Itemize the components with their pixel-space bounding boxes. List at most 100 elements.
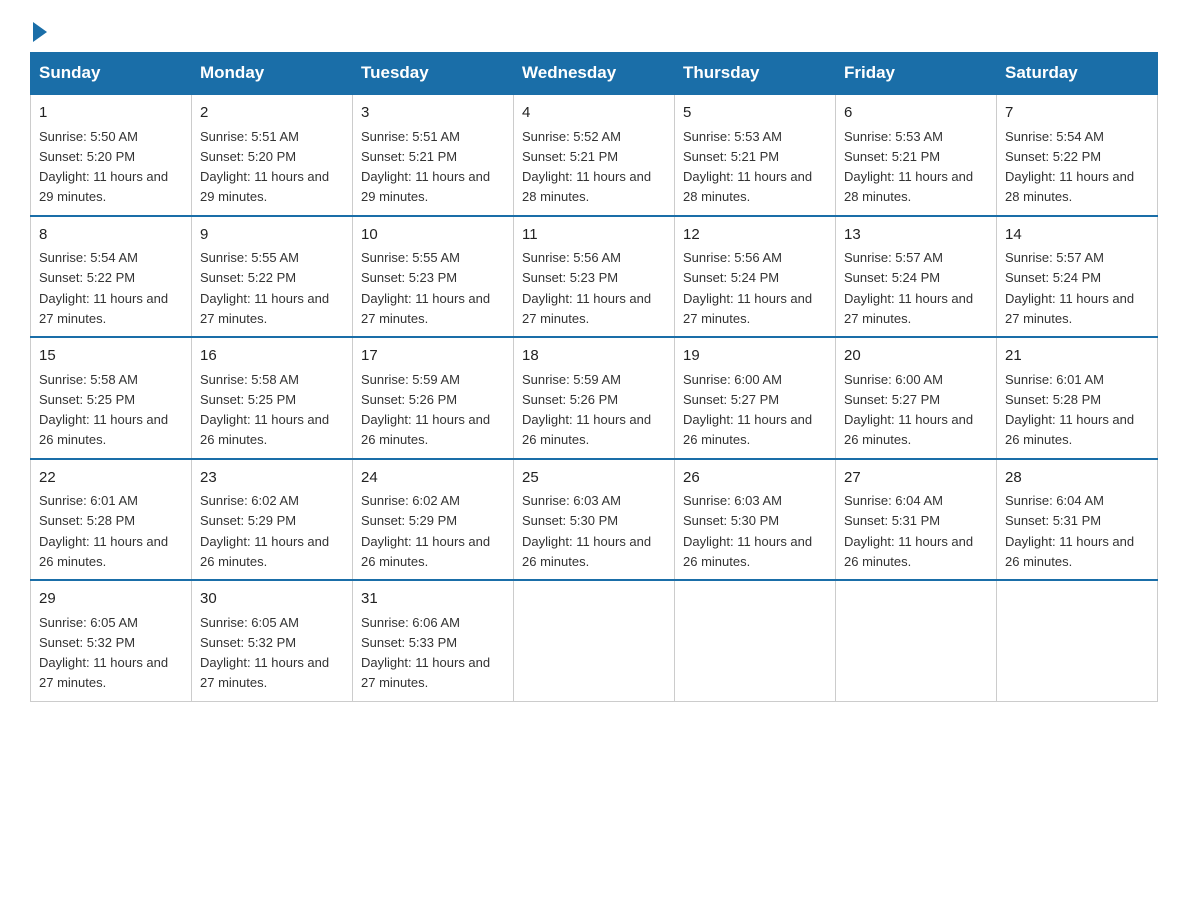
day-info: Sunrise: 6:04 AMSunset: 5:31 PMDaylight:… — [1005, 493, 1134, 569]
calendar-day-cell: 18 Sunrise: 5:59 AMSunset: 5:26 PMDaylig… — [514, 337, 675, 459]
day-number: 4 — [522, 102, 666, 125]
calendar-day-cell: 12 Sunrise: 5:56 AMSunset: 5:24 PMDaylig… — [675, 216, 836, 338]
calendar-day-cell — [514, 580, 675, 701]
day-info: Sunrise: 5:52 AMSunset: 5:21 PMDaylight:… — [522, 129, 651, 205]
day-info: Sunrise: 5:56 AMSunset: 5:24 PMDaylight:… — [683, 250, 812, 326]
day-number: 9 — [200, 224, 344, 247]
calendar-day-cell: 6 Sunrise: 5:53 AMSunset: 5:21 PMDayligh… — [836, 94, 997, 216]
day-number: 28 — [1005, 467, 1149, 490]
day-info: Sunrise: 5:58 AMSunset: 5:25 PMDaylight:… — [39, 372, 168, 448]
page-header — [30, 20, 1158, 42]
calendar-week-row: 15 Sunrise: 5:58 AMSunset: 5:25 PMDaylig… — [31, 337, 1158, 459]
day-info: Sunrise: 5:50 AMSunset: 5:20 PMDaylight:… — [39, 129, 168, 205]
calendar-header-monday: Monday — [192, 53, 353, 95]
calendar-day-cell: 24 Sunrise: 6:02 AMSunset: 5:29 PMDaylig… — [353, 459, 514, 581]
logo — [30, 20, 51, 42]
day-number: 7 — [1005, 102, 1149, 125]
calendar-day-cell: 4 Sunrise: 5:52 AMSunset: 5:21 PMDayligh… — [514, 94, 675, 216]
calendar-day-cell: 16 Sunrise: 5:58 AMSunset: 5:25 PMDaylig… — [192, 337, 353, 459]
day-number: 5 — [683, 102, 827, 125]
calendar-day-cell: 20 Sunrise: 6:00 AMSunset: 5:27 PMDaylig… — [836, 337, 997, 459]
calendar-day-cell: 22 Sunrise: 6:01 AMSunset: 5:28 PMDaylig… — [31, 459, 192, 581]
calendar-day-cell: 27 Sunrise: 6:04 AMSunset: 5:31 PMDaylig… — [836, 459, 997, 581]
calendar-day-cell: 31 Sunrise: 6:06 AMSunset: 5:33 PMDaylig… — [353, 580, 514, 701]
calendar-day-cell: 28 Sunrise: 6:04 AMSunset: 5:31 PMDaylig… — [997, 459, 1158, 581]
day-info: Sunrise: 6:01 AMSunset: 5:28 PMDaylight:… — [1005, 372, 1134, 448]
calendar-day-cell: 14 Sunrise: 5:57 AMSunset: 5:24 PMDaylig… — [997, 216, 1158, 338]
day-number: 3 — [361, 102, 505, 125]
day-info: Sunrise: 5:59 AMSunset: 5:26 PMDaylight:… — [522, 372, 651, 448]
calendar-day-cell: 15 Sunrise: 5:58 AMSunset: 5:25 PMDaylig… — [31, 337, 192, 459]
calendar-header-wednesday: Wednesday — [514, 53, 675, 95]
calendar-day-cell: 29 Sunrise: 6:05 AMSunset: 5:32 PMDaylig… — [31, 580, 192, 701]
day-number: 21 — [1005, 345, 1149, 368]
calendar-week-row: 29 Sunrise: 6:05 AMSunset: 5:32 PMDaylig… — [31, 580, 1158, 701]
day-info: Sunrise: 6:00 AMSunset: 5:27 PMDaylight:… — [844, 372, 973, 448]
day-info: Sunrise: 5:56 AMSunset: 5:23 PMDaylight:… — [522, 250, 651, 326]
day-number: 15 — [39, 345, 183, 368]
day-number: 12 — [683, 224, 827, 247]
calendar-header-thursday: Thursday — [675, 53, 836, 95]
calendar-table: SundayMondayTuesdayWednesdayThursdayFrid… — [30, 52, 1158, 702]
day-number: 24 — [361, 467, 505, 490]
day-info: Sunrise: 6:01 AMSunset: 5:28 PMDaylight:… — [39, 493, 168, 569]
day-number: 30 — [200, 588, 344, 611]
calendar-week-row: 8 Sunrise: 5:54 AMSunset: 5:22 PMDayligh… — [31, 216, 1158, 338]
calendar-day-cell: 13 Sunrise: 5:57 AMSunset: 5:24 PMDaylig… — [836, 216, 997, 338]
day-info: Sunrise: 5:53 AMSunset: 5:21 PMDaylight:… — [844, 129, 973, 205]
calendar-header-tuesday: Tuesday — [353, 53, 514, 95]
day-info: Sunrise: 6:05 AMSunset: 5:32 PMDaylight:… — [200, 615, 329, 691]
calendar-day-cell: 9 Sunrise: 5:55 AMSunset: 5:22 PMDayligh… — [192, 216, 353, 338]
day-info: Sunrise: 6:05 AMSunset: 5:32 PMDaylight:… — [39, 615, 168, 691]
calendar-day-cell: 25 Sunrise: 6:03 AMSunset: 5:30 PMDaylig… — [514, 459, 675, 581]
day-number: 10 — [361, 224, 505, 247]
calendar-day-cell: 10 Sunrise: 5:55 AMSunset: 5:23 PMDaylig… — [353, 216, 514, 338]
day-info: Sunrise: 6:03 AMSunset: 5:30 PMDaylight:… — [683, 493, 812, 569]
day-number: 1 — [39, 102, 183, 125]
calendar-day-cell: 17 Sunrise: 5:59 AMSunset: 5:26 PMDaylig… — [353, 337, 514, 459]
day-number: 17 — [361, 345, 505, 368]
day-number: 22 — [39, 467, 183, 490]
day-info: Sunrise: 5:54 AMSunset: 5:22 PMDaylight:… — [39, 250, 168, 326]
day-number: 6 — [844, 102, 988, 125]
day-number: 13 — [844, 224, 988, 247]
day-number: 8 — [39, 224, 183, 247]
day-number: 18 — [522, 345, 666, 368]
day-info: Sunrise: 5:57 AMSunset: 5:24 PMDaylight:… — [844, 250, 973, 326]
day-number: 14 — [1005, 224, 1149, 247]
day-info: Sunrise: 5:55 AMSunset: 5:22 PMDaylight:… — [200, 250, 329, 326]
day-info: Sunrise: 6:03 AMSunset: 5:30 PMDaylight:… — [522, 493, 651, 569]
day-number: 26 — [683, 467, 827, 490]
calendar-header-row: SundayMondayTuesdayWednesdayThursdayFrid… — [31, 53, 1158, 95]
calendar-day-cell: 7 Sunrise: 5:54 AMSunset: 5:22 PMDayligh… — [997, 94, 1158, 216]
day-info: Sunrise: 6:00 AMSunset: 5:27 PMDaylight:… — [683, 372, 812, 448]
day-number: 2 — [200, 102, 344, 125]
day-info: Sunrise: 5:59 AMSunset: 5:26 PMDaylight:… — [361, 372, 490, 448]
calendar-week-row: 22 Sunrise: 6:01 AMSunset: 5:28 PMDaylig… — [31, 459, 1158, 581]
calendar-day-cell: 5 Sunrise: 5:53 AMSunset: 5:21 PMDayligh… — [675, 94, 836, 216]
calendar-day-cell — [675, 580, 836, 701]
calendar-day-cell: 8 Sunrise: 5:54 AMSunset: 5:22 PMDayligh… — [31, 216, 192, 338]
calendar-header-saturday: Saturday — [997, 53, 1158, 95]
calendar-day-cell: 21 Sunrise: 6:01 AMSunset: 5:28 PMDaylig… — [997, 337, 1158, 459]
day-number: 16 — [200, 345, 344, 368]
day-info: Sunrise: 5:55 AMSunset: 5:23 PMDaylight:… — [361, 250, 490, 326]
day-info: Sunrise: 6:02 AMSunset: 5:29 PMDaylight:… — [200, 493, 329, 569]
calendar-day-cell: 23 Sunrise: 6:02 AMSunset: 5:29 PMDaylig… — [192, 459, 353, 581]
day-info: Sunrise: 6:02 AMSunset: 5:29 PMDaylight:… — [361, 493, 490, 569]
day-number: 29 — [39, 588, 183, 611]
day-number: 27 — [844, 467, 988, 490]
day-number: 20 — [844, 345, 988, 368]
day-info: Sunrise: 5:53 AMSunset: 5:21 PMDaylight:… — [683, 129, 812, 205]
day-info: Sunrise: 5:51 AMSunset: 5:20 PMDaylight:… — [200, 129, 329, 205]
day-number: 11 — [522, 224, 666, 247]
calendar-day-cell: 26 Sunrise: 6:03 AMSunset: 5:30 PMDaylig… — [675, 459, 836, 581]
calendar-header-friday: Friday — [836, 53, 997, 95]
calendar-day-cell — [836, 580, 997, 701]
day-number: 19 — [683, 345, 827, 368]
calendar-day-cell: 30 Sunrise: 6:05 AMSunset: 5:32 PMDaylig… — [192, 580, 353, 701]
day-info: Sunrise: 5:58 AMSunset: 5:25 PMDaylight:… — [200, 372, 329, 448]
calendar-header-sunday: Sunday — [31, 53, 192, 95]
day-number: 25 — [522, 467, 666, 490]
calendar-day-cell: 3 Sunrise: 5:51 AMSunset: 5:21 PMDayligh… — [353, 94, 514, 216]
